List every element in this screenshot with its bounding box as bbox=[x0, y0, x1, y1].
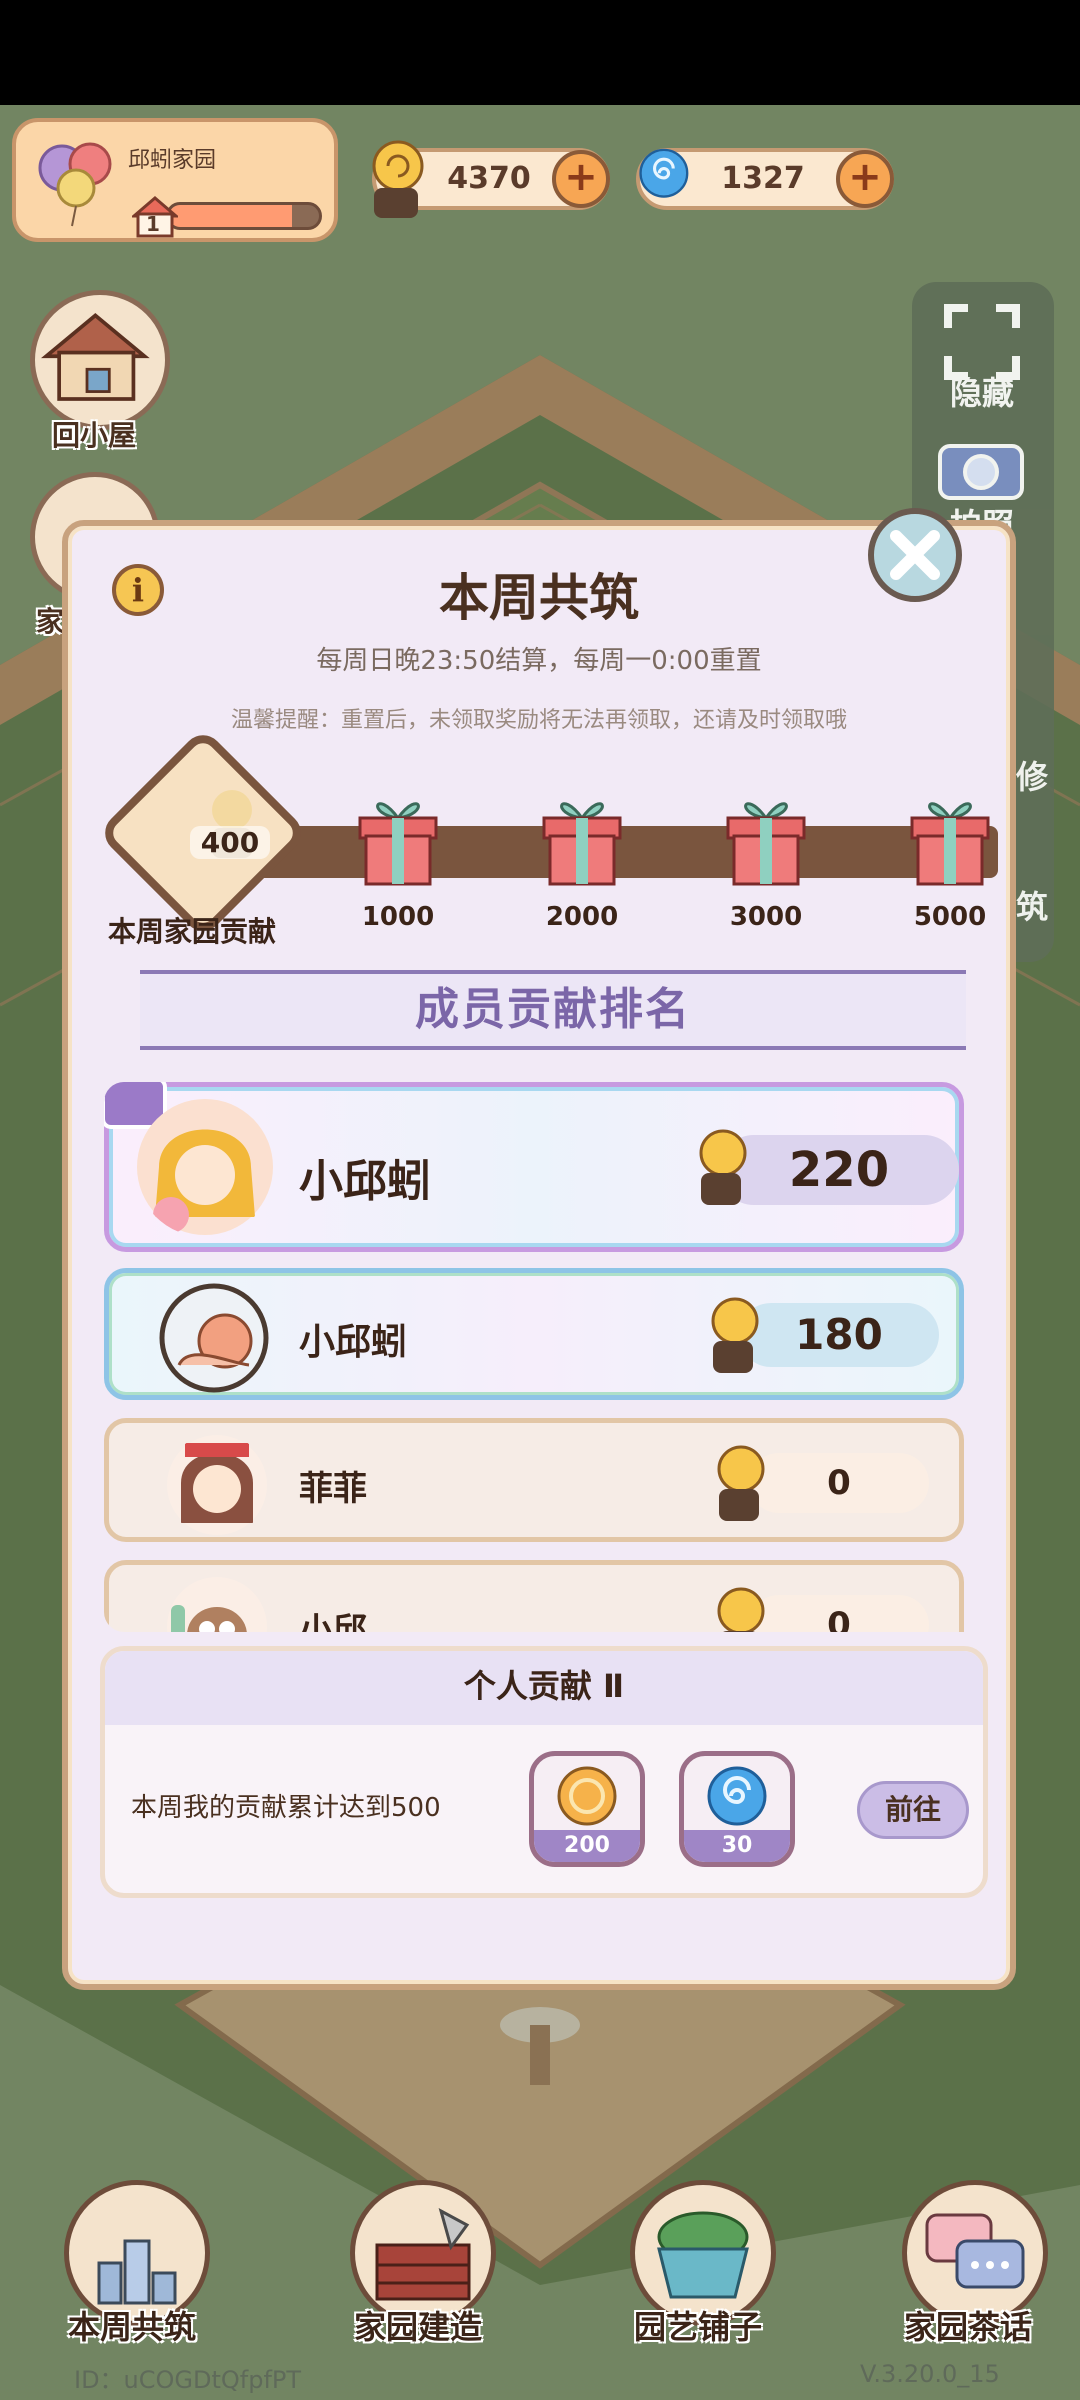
ranking-header-ribbon: 成员贡献排名 bbox=[140, 970, 966, 1050]
gold-coin-icon bbox=[557, 1766, 617, 1826]
swirl-gem-icon bbox=[639, 148, 689, 198]
ranking-row[interactable]: 菲菲 0 bbox=[104, 1418, 964, 1542]
milestone-label: 1000 bbox=[361, 902, 435, 932]
golden-snail-icon bbox=[711, 1297, 759, 1373]
milestone-label: 2000 bbox=[545, 902, 619, 932]
balloons-icon bbox=[38, 142, 112, 227]
garden-info-card[interactable]: 邱蚓家园 1 bbox=[12, 118, 338, 242]
gift-box-icon[interactable] bbox=[908, 788, 992, 888]
member-score-value: 220 bbox=[788, 1142, 890, 1198]
milestone-label: 3000 bbox=[729, 902, 803, 932]
weekly-build-dialog: i 本周共筑 每周日晚23:50结算，每周一0:00重置 温馨提醒：重置后，未领… bbox=[62, 520, 1016, 1990]
personal-contribution-title: 个人贡献 Ⅱ bbox=[463, 1667, 625, 1705]
member-score: 180 bbox=[739, 1303, 939, 1367]
camera-icon[interactable] bbox=[936, 432, 1026, 502]
gem-counter: 1327 + bbox=[636, 148, 894, 210]
garden-level-progress bbox=[166, 202, 322, 230]
snail-coin-value: 4370 bbox=[447, 161, 531, 196]
reward-footer: 30 bbox=[684, 1830, 790, 1862]
member-score-value: 180 bbox=[795, 1310, 883, 1359]
member-score-value: 0 bbox=[827, 1463, 851, 1503]
snail-coin-counter: 4370 + bbox=[372, 140, 610, 218]
member-ranking-list[interactable]: 小邱蚓 220 小邱蚓 180 菲菲 0 小邱 0 bbox=[104, 1082, 986, 1632]
member-score: 0 bbox=[749, 1595, 929, 1632]
member-score-value: 0 bbox=[827, 1605, 851, 1632]
dialog-subtitle: 每周日晚23:50结算，每周一0:00重置 bbox=[316, 646, 762, 676]
golden-snail-icon bbox=[717, 1587, 765, 1632]
player-id: ID：uCOGDtQfpfPT bbox=[74, 2366, 302, 2394]
member-avatar bbox=[137, 1099, 273, 1235]
podium-icon bbox=[97, 2239, 177, 2305]
swirl-gem-icon bbox=[707, 1766, 767, 1826]
nav-garden-build-label: 家园建造 bbox=[354, 2308, 483, 2346]
gem-value: 1327 bbox=[721, 161, 805, 196]
ranking-row[interactable]: 小邱 0 bbox=[104, 1560, 964, 1632]
chat-bubbles-icon bbox=[925, 2213, 1025, 2289]
add-coins-button[interactable]: + bbox=[552, 150, 610, 208]
family-label: 家 bbox=[36, 605, 65, 638]
garden-level: 1 bbox=[146, 212, 160, 236]
nav-garden-chat-label: 家园茶话 bbox=[904, 2308, 1033, 2346]
dialog-title: 本周共筑 bbox=[439, 569, 639, 627]
weekly-contribution-label: 本周家园贡献 bbox=[107, 915, 276, 948]
garden-name: 邱蚓家园 bbox=[128, 148, 217, 173]
weekly-contribution-value: 400 bbox=[190, 826, 270, 859]
golden-snail-icon bbox=[717, 1445, 765, 1521]
hide-label[interactable]: 隐藏 bbox=[950, 368, 1014, 414]
close-dialog-button[interactable] bbox=[868, 508, 962, 602]
member-score: 0 bbox=[749, 1453, 929, 1513]
reward-amount: 200 bbox=[564, 1833, 610, 1858]
milestone-label: 5000 bbox=[913, 902, 987, 932]
reward-amount: 30 bbox=[721, 1833, 753, 1858]
garden-progress-fill bbox=[169, 205, 292, 227]
ranking-row[interactable]: 小邱蚓 180 bbox=[104, 1268, 964, 1400]
snail-avatar-icon bbox=[159, 1283, 269, 1393]
back-home-label: 回小屋 bbox=[52, 419, 137, 452]
reward-item[interactable]: 200 bbox=[529, 1751, 645, 1867]
nav-weekly-build-label: 本周共筑 bbox=[68, 2308, 197, 2346]
bricks-trowel-icon bbox=[375, 2208, 471, 2301]
nav-gardening-shop-label: 园艺铺子 bbox=[634, 2308, 763, 2346]
personal-contribution-header: 个人贡献 Ⅱ bbox=[105, 1651, 983, 1725]
member-name: 小邱 bbox=[299, 1611, 367, 1632]
add-gems-button[interactable]: + bbox=[836, 150, 894, 208]
edit-label[interactable]: 修 bbox=[1016, 752, 1048, 798]
member-name: 菲菲 bbox=[299, 1469, 367, 1509]
member-name: 小邱蚓 bbox=[299, 1322, 408, 1363]
member-avatar bbox=[167, 1577, 267, 1632]
ranking-title: 成员贡献排名 bbox=[415, 984, 691, 1035]
reward-footer: 200 bbox=[534, 1830, 640, 1862]
app-version: V.3.20.0_15 bbox=[860, 2360, 1000, 2388]
golden-snail-icon bbox=[699, 1129, 747, 1205]
gift-box-icon[interactable] bbox=[724, 788, 808, 888]
reward-item[interactable]: 30 bbox=[679, 1751, 795, 1867]
member-avatar bbox=[167, 1435, 267, 1535]
dialog-warning: 温馨提醒：重置后，未领取奖励将无法再领取，还请及时领取哦 bbox=[230, 708, 847, 733]
plant-basket-icon bbox=[657, 2211, 749, 2299]
close-icon bbox=[890, 530, 940, 580]
gift-box-icon[interactable] bbox=[540, 788, 624, 888]
gift-box-icon[interactable] bbox=[356, 788, 440, 888]
go-button[interactable]: 前往 bbox=[857, 1781, 969, 1839]
cottage-icon bbox=[40, 313, 150, 401]
ranking-row[interactable]: 小邱蚓 220 bbox=[104, 1082, 964, 1252]
personal-contribution-desc: 本周我的贡献累计达到500 bbox=[131, 1793, 441, 1823]
back-home-button[interactable] bbox=[30, 290, 170, 430]
member-name: 小邱蚓 bbox=[299, 1156, 431, 1207]
member-score: 220 bbox=[719, 1135, 959, 1205]
golden-snail-icon bbox=[372, 140, 424, 218]
personal-contribution-card: 个人贡献 Ⅱ 本周我的贡献累计达到500 200 30 前往 bbox=[100, 1646, 988, 1898]
build-label[interactable]: 筑 bbox=[1016, 882, 1048, 928]
